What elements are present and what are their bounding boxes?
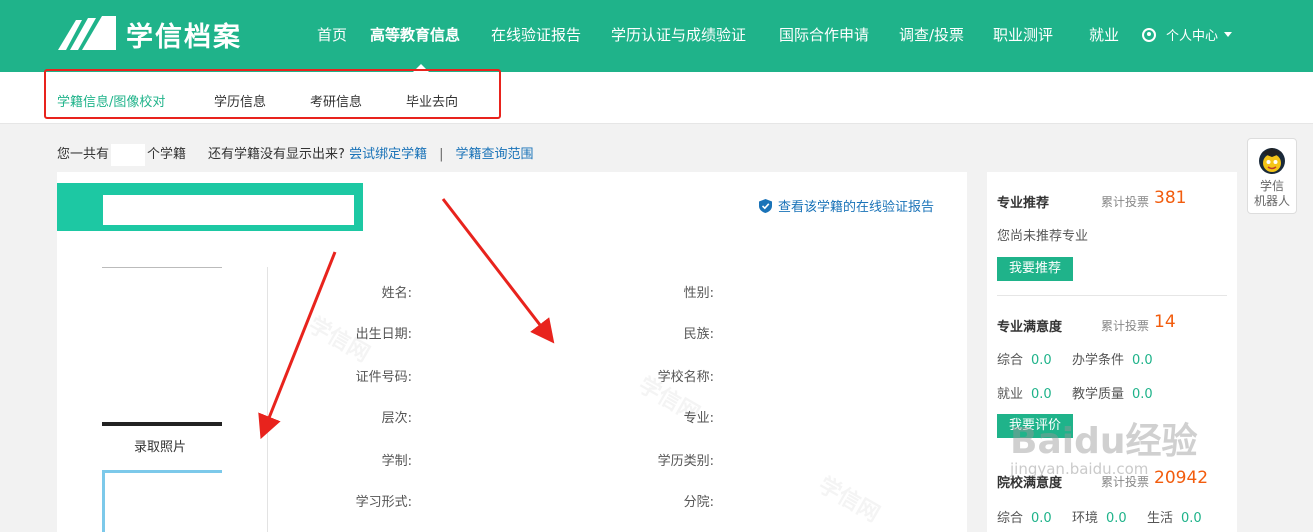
field-branch-label: 分院: (683, 495, 714, 510)
redacted-school-name (103, 195, 354, 225)
sidebar-divider (997, 295, 1227, 296)
evaluate-button[interactable]: 我要评价 (997, 414, 1074, 438)
book-logo-icon (58, 16, 116, 50)
nav-degree-certification[interactable]: 学历认证与成绩验证 (611, 24, 746, 45)
link-separator: | (439, 147, 444, 162)
field-duration-label: 学制: (381, 454, 412, 469)
score-facilities: 办学条件 0.0 (1072, 353, 1153, 368)
try-bind-record-link[interactable]: 尝试绑定学籍 (349, 147, 427, 162)
field-id-number-label: 证件号码: (355, 370, 412, 385)
count-prefix: 您一共有 (57, 147, 110, 162)
school-satisfaction-votes: 20942 (1154, 468, 1209, 488)
major-recommend-empty: 您尚未推荐专业 (997, 229, 1089, 244)
field-ethnicity-label: 民族: (683, 327, 714, 342)
count-suffix: 个学籍 (147, 147, 187, 162)
robot-label-line2: 机器人 (1253, 194, 1290, 208)
chsi-watermark: 学信网 (813, 468, 886, 529)
score-overall: 综合 0.0 (997, 353, 1052, 368)
nav-employment[interactable]: 就业 (1089, 24, 1119, 45)
chevron-down-icon (1224, 32, 1233, 37)
major-recommend-votes: 381 (1154, 188, 1187, 208)
user-icon (1142, 27, 1156, 42)
nav-online-verification[interactable]: 在线验证报告 (491, 24, 581, 45)
score-teaching: 教学质量 0.0 (1072, 387, 1153, 402)
admission-photo-label: 录取照片 (134, 440, 187, 455)
school-satisfaction-votes-label: 累计投票 (1101, 475, 1150, 489)
major-satisfaction-votes-label: 累计投票 (1101, 319, 1150, 333)
nav-career-test[interactable]: 职业测评 (993, 24, 1053, 45)
photo-frame-top (102, 267, 222, 268)
field-degree-type-label: 学历类别: (657, 454, 714, 469)
top-navbar: 学信档案 首页 高等教育信息 在线验证报告 学历认证与成绩验证 国际合作申请 调… (0, 0, 1313, 72)
verify-link-text: 查看该学籍的在线验证报告 (778, 200, 935, 215)
photo-frame-bottom (102, 422, 222, 426)
school-satisfaction-title: 院校满意度 (997, 476, 1063, 491)
robot-label-line1: 学信 (1259, 179, 1284, 193)
right-sidebar: 专业推荐 累计投票 381 您尚未推荐专业 我要推荐 专业满意度 累计投票 14… (987, 172, 1237, 532)
major-recommend-votes-label: 累计投票 (1101, 195, 1150, 209)
nav-international[interactable]: 国际合作申请 (779, 24, 869, 45)
missing-record-question: 还有学籍没有显示出来? (208, 147, 345, 162)
query-scope-link[interactable]: 学籍查询范围 (455, 147, 533, 162)
field-gender-label: 性别: (683, 286, 714, 301)
photo-divider (267, 267, 268, 532)
field-study-mode-label: 学习形式: (355, 495, 412, 510)
enrollment-record-card: 查看该学籍的在线验证报告 录取照片 姓名: 出生日期: 证件号码: 层次: 学制… (57, 172, 967, 532)
brand-logo[interactable]: 学信档案 (56, 14, 242, 54)
recommend-button[interactable]: 我要推荐 (997, 257, 1074, 281)
brand-name: 学信档案 (126, 21, 242, 53)
score-employment: 就业 0.0 (997, 387, 1052, 402)
major-recommend-title: 专业推荐 (997, 196, 1050, 211)
school-score-overall: 综合 0.0 (997, 511, 1052, 526)
school-score-environment: 环境 0.0 (1072, 511, 1127, 526)
robot-avatar-icon (1259, 148, 1285, 174)
school-score-living: 生活 0.0 (1147, 511, 1202, 526)
field-level-label: 层次: (381, 411, 412, 426)
record-header (57, 183, 363, 231)
nav-higher-education[interactable]: 高等教育信息 (370, 24, 460, 45)
user-center-label: 个人中心 (1166, 29, 1219, 44)
shield-check-icon (759, 198, 772, 213)
nav-home[interactable]: 首页 (317, 24, 347, 45)
view-verification-report-link[interactable]: 查看该学籍的在线验证报告 (759, 196, 934, 215)
redacted-count (111, 143, 146, 166)
chsi-watermark: 学信网 (303, 308, 376, 369)
field-name-label: 姓名: (381, 286, 412, 301)
nav-survey[interactable]: 调查/投票 (899, 24, 964, 45)
major-satisfaction-title: 专业满意度 (997, 320, 1063, 335)
chsi-robot-widget[interactable]: 学信 机器人 (1247, 138, 1297, 214)
annotation-highlight-box (44, 69, 501, 119)
user-center-menu[interactable]: 个人中心 (1142, 25, 1233, 44)
enrollment-count-line: 您一共有 个学籍 还有学籍没有显示出来? 尝试绑定学籍 | 学籍查询范围 (57, 143, 534, 166)
diploma-photo-frame (102, 470, 222, 532)
major-satisfaction-votes: 14 (1154, 312, 1176, 332)
